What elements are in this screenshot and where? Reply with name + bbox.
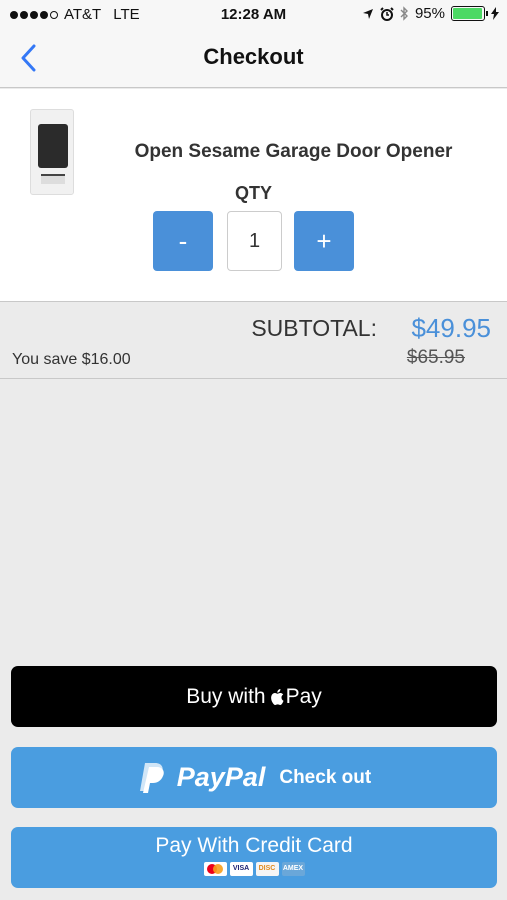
mastercard-icon [203,861,227,876]
discover-icon: DISC [255,861,279,876]
paypal-checkout-label: Check out [279,766,372,788]
card-logos: VISA DISC AMEX [203,861,305,876]
battery-percent: 95% [414,5,445,22]
quantity-input[interactable] [227,211,282,271]
visa-icon: VISA [229,861,253,876]
paypal-logo-icon [139,762,164,793]
alarm-clock-icon [380,6,394,21]
status-right: 95% [362,5,499,22]
credit-card-label: Pay With Credit Card [155,833,353,857]
apple-pay-prefix: Buy with [186,684,266,708]
amex-icon: AMEX [281,861,305,876]
quantity-label: QTY [234,183,272,203]
status-bar: AT&T LTE 12:28 AM 95% [0,0,507,30]
paypal-wordmark: PayPal [176,762,266,792]
battery-fill [453,8,482,19]
navigation-bar: Checkout [0,30,507,88]
savings-text: You save $16.00 [12,351,131,368]
battery-icon [451,6,488,21]
apple-pay-suffix: Pay [285,684,322,708]
credit-card-button[interactable]: Pay With Credit Card VISA DISC AMEX [11,827,497,888]
product-card: Open Sesame Garage Door Opener QTY - + [0,89,507,302]
subtotal-price: $49.95 [411,313,491,343]
apple-logo-icon [270,688,284,705]
original-price: $65.95 [406,347,465,368]
order-summary: SUBTOTAL: $49.95 $65.95 You save $16.00 [0,303,507,379]
checkout-screen: AT&T LTE 12:28 AM 95% Checkout Open Sesa… [0,0,507,900]
charging-bolt-icon [491,7,499,20]
apple-pay-button[interactable]: Buy with Pay [11,666,497,727]
decrease-quantity-button[interactable]: - [153,211,213,271]
page-title: Checkout [203,44,304,69]
paypal-checkout-button[interactable]: PayPal Check out [11,747,497,808]
product-name: Open Sesame Garage Door Opener [134,141,453,162]
subtotal-label: SUBTOTAL: [251,315,377,341]
bluetooth-icon [400,6,408,21]
location-arrow-icon [362,8,373,19]
increase-quantity-button[interactable]: + [294,211,354,271]
